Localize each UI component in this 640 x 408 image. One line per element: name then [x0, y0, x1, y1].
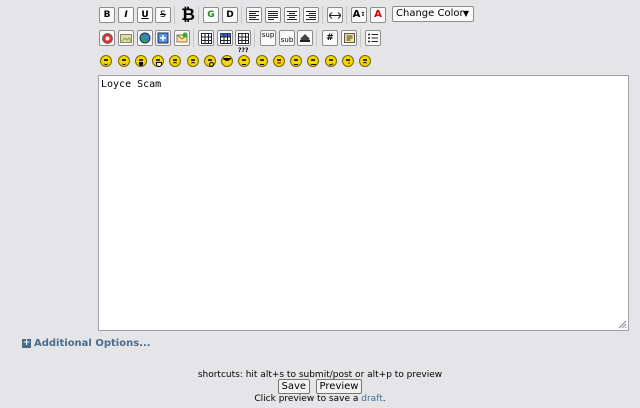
underline-button[interactable]: U: [137, 7, 153, 23]
hash-icon: #: [326, 32, 334, 43]
bold-button[interactable]: B: [99, 7, 115, 23]
cheesy-icon[interactable]: [135, 55, 147, 67]
marquee-button[interactable]: [327, 7, 343, 23]
insert-table-row-button[interactable]: [217, 30, 233, 46]
font-color-icon: A: [374, 9, 382, 20]
align-left-button[interactable]: [246, 7, 262, 23]
align-center-icon: [287, 10, 297, 20]
toolbar-divider: [322, 6, 323, 24]
superscript-icon: sup: [261, 31, 275, 39]
list-button[interactable]: [365, 30, 381, 46]
message-textarea[interactable]: Loyce Scam: [98, 75, 629, 331]
change-color-label: Change Color: [396, 8, 464, 19]
toolbar-divider: [346, 6, 347, 24]
toolbar-divider: [254, 29, 255, 47]
plus-icon: +: [22, 338, 31, 348]
globe-link-icon: [139, 32, 151, 44]
resize-grip-icon[interactable]: [617, 319, 627, 329]
embarrassed-icon[interactable]: [290, 55, 302, 67]
insert-table-column-button[interactable]: [235, 30, 251, 46]
table-icon: [200, 32, 212, 44]
table-row-icon: [219, 32, 231, 44]
undecided-icon[interactable]: [325, 55, 337, 67]
image-icon: [120, 33, 132, 43]
superscript-button[interactable]: sup: [260, 30, 276, 46]
insert-image-button[interactable]: [118, 30, 134, 46]
additional-options-toggle[interactable]: + Additional Options...: [22, 338, 151, 349]
preview-button[interactable]: Preview: [315, 379, 363, 394]
code-button[interactable]: #: [322, 30, 338, 46]
italic-button[interactable]: I: [118, 7, 134, 23]
ftp-link-button[interactable]: [155, 30, 171, 46]
angry-icon[interactable]: [169, 55, 181, 67]
flash-button[interactable]: [99, 30, 115, 46]
email-icon: [176, 32, 188, 43]
chevron-down-icon: ▼: [462, 9, 469, 18]
cool-icon[interactable]: [221, 55, 233, 67]
align-justify-icon: [268, 10, 278, 20]
draft-link[interactable]: draft: [361, 394, 382, 404]
underline-icon: U: [141, 9, 149, 20]
align-right-button[interactable]: [303, 7, 319, 23]
align-right-icon: [306, 10, 316, 20]
font-size-button[interactable]: A ↕: [351, 7, 367, 23]
roll-eyes-icon[interactable]: [256, 55, 268, 67]
quote-button[interactable]: [341, 30, 357, 46]
lips-sealed-icon[interactable]: [307, 55, 319, 67]
table-column-icon: [237, 32, 249, 44]
teletype-button[interactable]: [297, 30, 313, 46]
grin-icon[interactable]: [152, 55, 164, 67]
horizontal-arrows-icon: [329, 11, 341, 19]
draft-hint-suffix: .: [382, 394, 386, 404]
italic-icon: I: [124, 9, 128, 20]
shocked-icon[interactable]: [204, 55, 216, 67]
cry-icon[interactable]: [359, 55, 371, 67]
font-size-icon: A: [352, 9, 361, 20]
kiss-icon[interactable]: [342, 55, 354, 67]
toolbar-divider: [174, 6, 175, 24]
smiley-icon[interactable]: [100, 55, 112, 67]
align-center-button[interactable]: [284, 7, 300, 23]
glow-icon: G: [207, 9, 215, 20]
font-size-arrow-icon: ↕: [360, 11, 366, 18]
toolbar-divider: [241, 6, 242, 24]
bitcoin-button[interactable]: ₿: [179, 5, 197, 25]
shadow-button[interactable]: D: [222, 7, 238, 23]
bold-icon: B: [103, 9, 111, 20]
glow-button[interactable]: G: [203, 7, 219, 23]
toolbar-divider: [360, 29, 361, 47]
toolbar-divider: [193, 29, 194, 47]
strikethrough-button[interactable]: S: [155, 7, 171, 23]
wink-icon[interactable]: [118, 55, 130, 67]
form-actions: Save Preview: [0, 379, 640, 394]
align-justify-button[interactable]: [265, 7, 281, 23]
ftp-icon: [157, 32, 169, 44]
sad-icon[interactable]: [187, 55, 199, 67]
quote-icon: [343, 33, 355, 43]
subscript-icon: sub: [280, 36, 294, 44]
huh-icon[interactable]: [238, 55, 250, 67]
subscript-button[interactable]: sub: [279, 30, 295, 46]
strikethrough-icon: S: [160, 9, 166, 20]
align-left-icon: [249, 10, 259, 20]
typewriter-icon: [300, 34, 310, 42]
toolbar-divider: [198, 6, 199, 24]
insert-link-button[interactable]: [137, 30, 153, 46]
shadow-icon: D: [226, 9, 234, 20]
email-button[interactable]: [174, 30, 190, 46]
list-icon: [368, 33, 378, 43]
bitcoin-icon: ₿: [181, 4, 195, 25]
draft-hint: Click preview to save a draft.: [0, 394, 640, 404]
font-color-button[interactable]: A: [370, 7, 386, 23]
toolbar-divider: [316, 29, 317, 47]
draft-hint-prefix: Click preview to save a: [254, 394, 362, 404]
flash-icon: [101, 32, 113, 44]
change-color-select[interactable]: Change Color ▼: [392, 6, 474, 22]
tongue-icon[interactable]: [273, 55, 285, 67]
save-button[interactable]: Save: [277, 379, 311, 394]
huh-question-icon: ???: [238, 47, 249, 54]
additional-options-label: Additional Options...: [34, 338, 151, 349]
insert-table-button[interactable]: [198, 30, 214, 46]
